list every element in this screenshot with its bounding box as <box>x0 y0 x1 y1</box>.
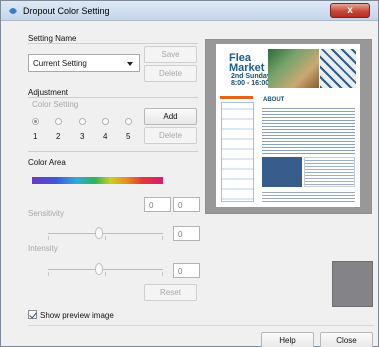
radio-label-1: 1 <box>33 132 38 141</box>
preview-footer-text <box>262 190 355 204</box>
sensitivity-label: Sensitivity <box>28 209 65 218</box>
dropout-color-setting-dialog: Dropout Color Setting x Setting Name Cur… <box>0 0 379 347</box>
add-button[interactable]: Add <box>144 108 197 125</box>
preview-title-line-2: Market <box>229 62 265 74</box>
preview-date-line-2: 8:00 - 16:00 <box>231 80 270 87</box>
preview-body-text <box>262 106 355 154</box>
show-preview-checkbox[interactable] <box>28 310 37 319</box>
radio-label-3: 3 <box>80 132 85 141</box>
preview-title: Flea Market <box>229 53 265 74</box>
help-button[interactable]: Help <box>261 332 314 347</box>
preview-map <box>320 49 356 88</box>
sensitivity-slider-thumb[interactable] <box>95 227 103 239</box>
intensity-tick-left <box>48 272 49 276</box>
close-button[interactable]: Close <box>320 332 373 347</box>
setting-name-value: Current Setting <box>33 59 87 68</box>
intensity-value-field[interactable]: 0 <box>173 263 200 278</box>
setting-delete-button[interactable]: Delete <box>144 65 197 82</box>
color-setting-label: Color Setting <box>32 100 79 109</box>
sensitivity-tick-mid <box>105 236 106 240</box>
color-setting-radio-3[interactable] <box>79 118 86 125</box>
preview-image: Flea Market 2nd Sunday 8:00 - 16:00 ABOU… <box>205 39 372 214</box>
intensity-label: Intensity <box>28 244 58 253</box>
preview-date-line-1: 2nd Sunday <box>231 73 271 80</box>
preview-text-box <box>304 157 355 187</box>
radio-label-4: 4 <box>103 132 108 141</box>
color-area-field-right[interactable]: 0 <box>173 197 200 212</box>
setting-name-divider <box>28 43 198 44</box>
sensitivity-tick-right <box>162 236 163 240</box>
color-swatch <box>332 261 373 307</box>
window-close-button[interactable]: x <box>330 3 370 18</box>
color-setting-radio-2[interactable] <box>55 118 62 125</box>
window-title: Dropout Color Setting <box>23 6 110 16</box>
color-area-divider-top <box>28 151 198 152</box>
footer-divider <box>28 325 374 326</box>
preview-photo <box>268 49 319 88</box>
save-button[interactable]: Save <box>144 46 197 63</box>
sensitivity-tick-left <box>48 236 49 240</box>
setting-name-heading: Setting Name <box>28 34 77 43</box>
intensity-slider-track[interactable] <box>48 269 163 270</box>
setting-name-select[interactable]: Current Setting <box>28 54 140 72</box>
preview-about-heading: ABOUT <box>263 97 285 103</box>
intensity-tick-right <box>162 272 163 276</box>
reset-button[interactable]: Reset <box>144 284 197 301</box>
color-spectrum-bar[interactable] <box>32 177 163 184</box>
app-icon <box>9 8 17 14</box>
color-setting-radio-5[interactable] <box>125 118 132 125</box>
adjustment-divider <box>28 97 198 98</box>
color-area-heading: Color Area <box>28 158 66 167</box>
radio-label-2: 2 <box>56 132 61 141</box>
preview-date: 2nd Sunday 8:00 - 16:00 <box>231 73 271 87</box>
color-area-field-left[interactable]: 0 <box>144 197 171 212</box>
title-bar: Dropout Color Setting x <box>1 1 378 21</box>
sensitivity-value-field[interactable]: 0 <box>173 226 200 241</box>
adjustment-heading: Adjustment <box>28 88 69 97</box>
sensitivity-slider-track[interactable] <box>48 233 163 234</box>
color-setting-radio-4[interactable] <box>102 118 109 125</box>
radio-label-5: 5 <box>126 132 131 141</box>
preview-accent-bar <box>220 96 253 99</box>
adjustment-delete-button[interactable]: Delete <box>144 127 197 144</box>
color-setting-radio-1[interactable] <box>32 118 39 125</box>
preview-document: Flea Market 2nd Sunday 8:00 - 16:00 ABOU… <box>216 44 360 207</box>
intensity-slider-thumb[interactable] <box>95 263 103 275</box>
show-preview-label[interactable]: Show preview image <box>40 311 114 320</box>
preview-sidebar <box>221 102 254 202</box>
intensity-tick-mid <box>105 272 106 276</box>
preview-blue-box <box>262 157 302 187</box>
chevron-down-icon <box>127 62 133 66</box>
